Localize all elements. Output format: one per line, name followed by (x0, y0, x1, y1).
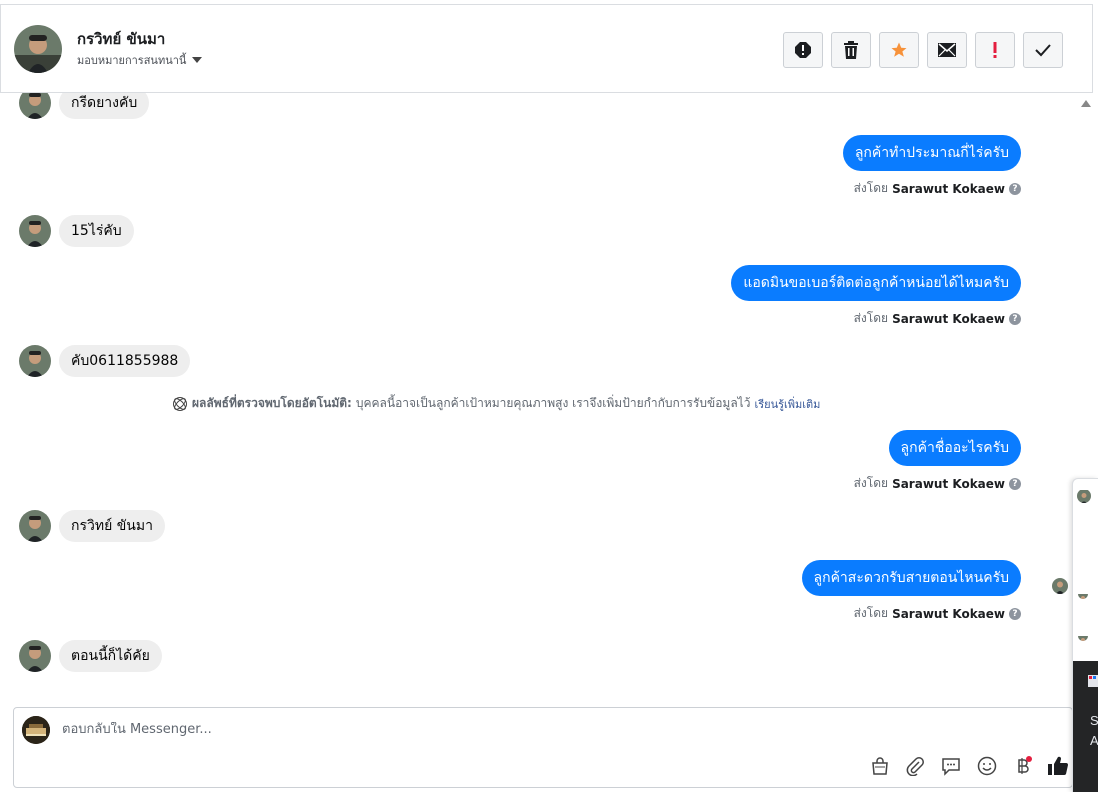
message-bubble: ตอนนี้ก็ได้คัย (59, 640, 162, 672)
side-text-2: A (1090, 733, 1098, 748)
customer-avatar (19, 640, 51, 672)
help-icon[interactable]: ? (1009, 182, 1021, 195)
incoming-message: กรีดยางคับ (19, 93, 150, 119)
star-button[interactable] (879, 32, 919, 68)
page-avatar (22, 716, 50, 744)
help-icon[interactable]: ? (1009, 607, 1021, 620)
app-icon (1088, 675, 1098, 687)
message-bubble: กรีดยางคับ (59, 93, 150, 119)
sent-by-prefix: ส่งโดย (853, 311, 889, 325)
agent-name: Sarawut Kokaew (892, 476, 1005, 491)
check-icon (1035, 44, 1051, 57)
message-bubble: คับ0611855988 (59, 345, 191, 377)
reply-composer (13, 707, 1073, 788)
customer-avatar (19, 345, 51, 377)
customer-avatar[interactable] (14, 25, 62, 73)
outgoing-message: ลูกค้าทำประมาณกี่ไร่ครับ (842, 135, 1021, 171)
sent-by-prefix: ส่งโดย (853, 606, 889, 620)
side-chat-panel[interactable]: S A (1072, 478, 1098, 792)
outgoing-message: ลูกค้าสะดวกรับสายตอนไหนครับ (801, 560, 1021, 596)
contact-avatar (1078, 631, 1088, 641)
agent-name: Sarawut Kokaew (892, 606, 1005, 621)
assign-conversation-dropdown[interactable]: มอบหมายการสนทนานี้ (77, 51, 203, 69)
help-icon[interactable]: ? (1009, 477, 1021, 490)
caret-down-icon (192, 57, 203, 63)
side-text-1: S (1090, 713, 1098, 728)
auto-note-title: ผลลัพธ์ที่ตรวจพบโดยอัตโนมัติ: (192, 396, 352, 410)
exclamation-icon (993, 42, 997, 58)
outgoing-message: ลูกค้าชื่ออะไรครับ (888, 430, 1021, 466)
contact-avatar (1077, 489, 1091, 503)
customer-avatar (19, 93, 51, 119)
sent-by-label: ส่งโดย Sarawut Kokaew ? (854, 179, 1021, 198)
sent-by-label: ส่งโดย Sarawut Kokaew ? (854, 604, 1021, 623)
emoji-icon[interactable] (975, 754, 999, 778)
incoming-message: 15ไร่คับ (19, 215, 134, 247)
contact-avatar (1078, 589, 1088, 599)
scroll-up-arrow[interactable] (1081, 100, 1091, 107)
atom-icon (173, 396, 187, 411)
sent-by-label: ส่งโดย Sarawut Kokaew ? (854, 309, 1021, 328)
sent-by-prefix: ส่งโดย (853, 181, 889, 195)
shopping-bag-icon[interactable] (868, 754, 892, 778)
trash-icon (844, 41, 858, 59)
thumbs-up-icon[interactable] (1046, 754, 1070, 778)
mark-unread-button[interactable] (927, 32, 967, 68)
seen-by-avatar (1052, 578, 1068, 594)
incoming-message: กรวิทย์ ขันมา (19, 510, 165, 542)
message-bubble: 15ไร่คับ (59, 215, 134, 247)
agent-name: Sarawut Kokaew (892, 181, 1005, 196)
delete-button[interactable] (831, 32, 871, 68)
agent-name: Sarawut Kokaew (892, 311, 1005, 326)
mark-spam-button[interactable] (783, 32, 823, 68)
customer-avatar (19, 215, 51, 247)
spam-icon (795, 42, 811, 58)
envelope-icon (938, 43, 956, 57)
auto-note-text: บุคคลนี้อาจเป็นลูกค้าเป้าหมายคุณภาพสูง เ… (355, 396, 751, 410)
star-icon (891, 42, 907, 57)
assign-label: มอบหมายการสนทนานี้ (77, 54, 187, 67)
baht-payment-icon[interactable] (1011, 754, 1035, 778)
incoming-message: คับ0611855988 (19, 345, 191, 377)
sent-by-label: ส่งโดย Sarawut Kokaew ? (854, 474, 1021, 493)
help-icon[interactable]: ? (1009, 312, 1021, 325)
sent-by-prefix: ส่งโดย (853, 476, 889, 490)
message-bubble: กรวิทย์ ขันมา (59, 510, 165, 542)
learn-more-link[interactable]: เรียนรู้เพิ่มเติม (754, 395, 820, 413)
mark-done-button[interactable] (1023, 32, 1063, 68)
customer-avatar (19, 510, 51, 542)
reply-input[interactable] (62, 722, 662, 737)
auto-detection-note: ผลลัพธ์ที่ตรวจพบโดยอัตโนมัติ: บุคคลนี้อา… (172, 394, 820, 413)
follow-up-button[interactable] (975, 32, 1015, 68)
paperclip-icon[interactable] (903, 754, 927, 778)
dark-notification-card[interactable]: S A (1073, 661, 1098, 792)
outgoing-message: แอดมินขอเบอร์ติดต่อลูกค้าหน่อยได้ไหมครับ (731, 265, 1021, 301)
customer-name[interactable]: กรวิทย์ ขันมา (77, 27, 165, 51)
incoming-message: ตอนนี้ก็ได้คัย (19, 640, 162, 672)
saved-reply-icon[interactable] (939, 754, 963, 778)
conversation-header: กรวิทย์ ขันมา มอบหมายการสนทนานี้ (0, 4, 1093, 93)
